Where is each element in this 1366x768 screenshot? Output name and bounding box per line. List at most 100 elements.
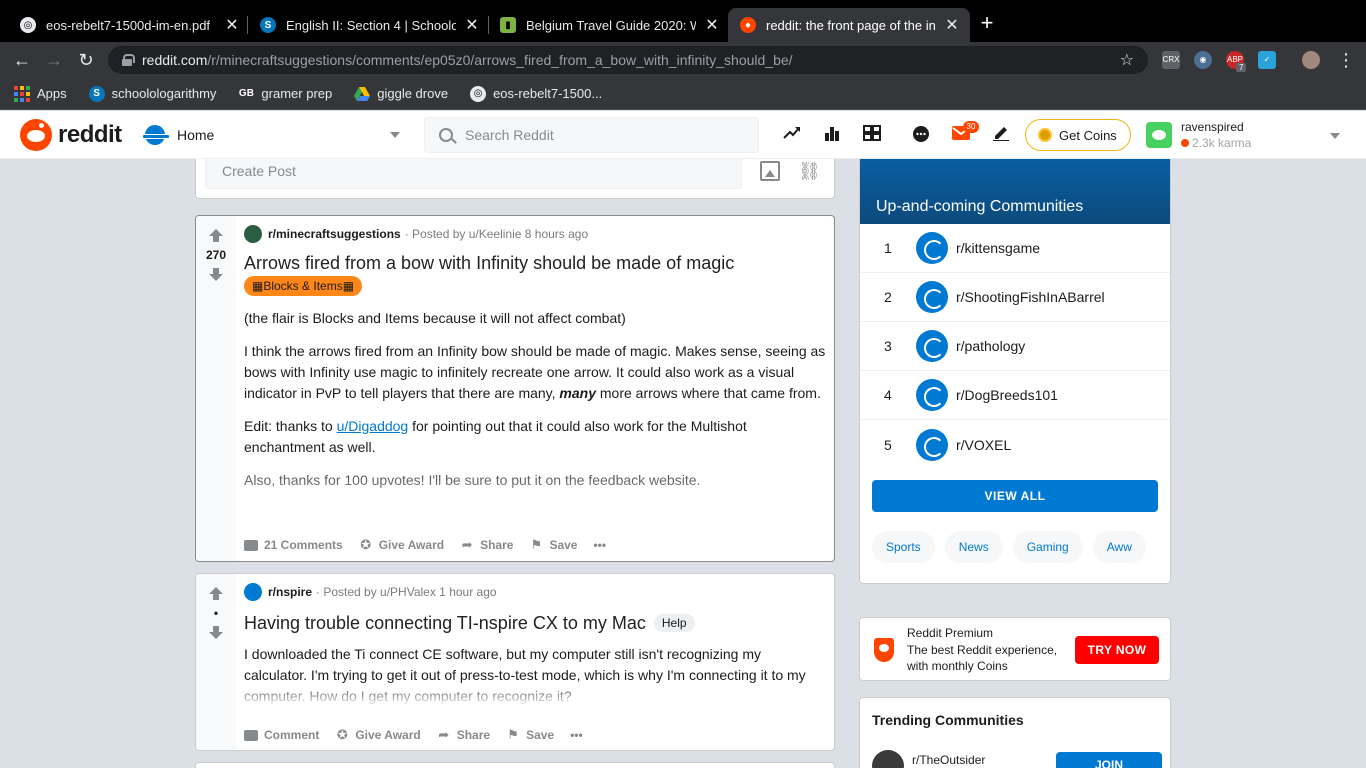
- subreddit-link[interactable]: r/nspire: [268, 585, 312, 599]
- upvote-arrow-icon[interactable]: [206, 226, 226, 246]
- home-dropdown[interactable]: Home: [142, 121, 400, 149]
- close-icon[interactable]: ✕: [464, 15, 480, 35]
- tab-title: Belgium Travel Guide 2020: Wh: [526, 17, 696, 33]
- save-button[interactable]: ⚑ Save: [529, 538, 578, 553]
- give-award-button[interactable]: ✪ Give Award: [359, 538, 444, 553]
- bookmark-star-icon[interactable]: ☆: [1120, 50, 1134, 70]
- share-button[interactable]: ➦ Share: [437, 727, 490, 743]
- communities-icon[interactable]: [862, 125, 882, 145]
- community-name[interactable]: r/VOXEL: [956, 437, 1011, 453]
- user-menu[interactable]: ravenspired 2.3k karma: [1146, 117, 1346, 153]
- tab-pdf[interactable]: ◎ eos-rebelt7-1500d-im-en.pdf ✕: [8, 8, 250, 42]
- bookmark-pdf[interactable]: ◎ eos-rebelt7-1500...: [470, 85, 602, 102]
- comments-button[interactable]: Comment: [244, 728, 319, 742]
- address-bar[interactable]: reddit.com/r/minecraftsuggestions/commen…: [108, 46, 1148, 74]
- community-name[interactable]: r/ShootingFishInABarrel: [956, 289, 1105, 305]
- chip-news[interactable]: News: [944, 531, 1003, 563]
- share-button[interactable]: ➦ Share: [460, 537, 514, 553]
- search-box[interactable]: [424, 117, 759, 153]
- menu-kebab-icon[interactable]: ⋮: [1334, 48, 1358, 72]
- tab-reddit[interactable]: ● reddit: the front page of the int ✕: [728, 8, 970, 42]
- more-options-button[interactable]: •••: [593, 538, 606, 552]
- google-drive-icon: [354, 86, 371, 102]
- coin-icon: [1038, 128, 1052, 142]
- post-card[interactable]: • r/nspire · Posted by u/PHValex 1 hour …: [195, 573, 835, 751]
- chat-icon[interactable]: [911, 125, 931, 145]
- downvote-arrow-icon[interactable]: [206, 264, 226, 284]
- up-and-coming-communities-card: Up-and-coming Communities 1 r/kittensgam…: [859, 159, 1171, 584]
- close-icon[interactable]: ✕: [224, 15, 240, 35]
- upvote-arrow-icon[interactable]: [206, 584, 226, 604]
- new-tab-button[interactable]: +: [976, 12, 998, 34]
- comments-button[interactable]: 21 Comments: [244, 538, 343, 552]
- reddit-logo[interactable]: reddit: [20, 119, 122, 151]
- comment-icon: [244, 539, 258, 551]
- view-all-button[interactable]: VIEW ALL: [872, 480, 1158, 512]
- url-text[interactable]: reddit.com/r/minecraftsuggestions/commen…: [142, 52, 1120, 68]
- community-row[interactable]: 3 r/pathology: [860, 322, 1170, 371]
- community-row[interactable]: 2 r/ShootingFishInABarrel: [860, 273, 1170, 322]
- chip-aww[interactable]: Aww: [1092, 531, 1146, 563]
- share-icon: ➦: [438, 727, 450, 742]
- community-icon: [916, 379, 948, 411]
- tab-belgium[interactable]: ▮ Belgium Travel Guide 2020: Wh ✕: [488, 8, 730, 42]
- community-row[interactable]: 5 r/VOXEL: [860, 420, 1170, 469]
- bookmark-schoology[interactable]: S schoolologarithmy: [88, 85, 216, 102]
- downvote-arrow-icon[interactable]: [206, 622, 226, 642]
- reload-icon[interactable]: ↻: [74, 48, 98, 72]
- community-name[interactable]: r/DogBreeds101: [956, 387, 1058, 403]
- post-title[interactable]: Having trouble connecting TI-nspire CX t…: [244, 612, 826, 634]
- bookmark-drive[interactable]: giggle drove: [354, 86, 448, 102]
- owl-extension-icon[interactable]: ◉: [1194, 51, 1212, 69]
- post-flair[interactable]: ▦Blocks & Items▦: [244, 276, 363, 296]
- community-row[interactable]: 4 r/DogBreeds101: [860, 371, 1170, 420]
- stats-icon[interactable]: [822, 125, 842, 145]
- post-flair[interactable]: Help: [653, 614, 695, 632]
- post-content: r/nspire · Posted by u/PHValex 1 hour ag…: [244, 574, 826, 707]
- post-card[interactable]: [195, 762, 835, 768]
- vote-column: •: [196, 574, 236, 750]
- home-label: Home: [177, 127, 215, 143]
- create-post-input[interactable]: Create Post: [205, 159, 742, 189]
- create-post-pencil-icon[interactable]: [991, 125, 1011, 145]
- save-button[interactable]: ⚑ Save: [506, 728, 554, 743]
- image-upload-icon[interactable]: [760, 161, 780, 181]
- community-name[interactable]: r/pathology: [956, 338, 1025, 354]
- profile-avatar[interactable]: [1302, 51, 1320, 69]
- join-button[interactable]: JOIN: [1056, 752, 1162, 768]
- link-icon[interactable]: ⛓: [798, 161, 821, 181]
- close-icon[interactable]: ✕: [944, 15, 960, 35]
- post-title[interactable]: Arrows fired from a bow with Infinity sh…: [244, 252, 826, 274]
- browser-tab-bar: ◎ eos-rebelt7-1500d-im-en.pdf ✕ S Englis…: [0, 0, 1366, 42]
- more-options-button[interactable]: •••: [570, 728, 583, 742]
- bookmark-apps[interactable]: Apps: [14, 85, 67, 102]
- trending-community-name[interactable]: r/TheOutsider: [912, 753, 985, 767]
- post-actions: 21 Comments ✪ Give Award ➦ Share ⚑ Save •••: [244, 538, 622, 552]
- community-name[interactable]: r/kittensgame: [956, 240, 1040, 256]
- community-row[interactable]: 1 r/kittensgame: [860, 224, 1170, 273]
- post-card[interactable]: 270 r/minecraftsuggestions · Posted by u…: [195, 215, 835, 562]
- checkmark-extension-icon[interactable]: ✓: [1258, 51, 1276, 69]
- communities-banner: Up-and-coming Communities: [860, 159, 1170, 224]
- subreddit-icon: [244, 225, 262, 243]
- forward-arrow-icon[interactable]: →: [42, 48, 66, 72]
- share-icon: ➦: [461, 537, 473, 552]
- chip-sports[interactable]: Sports: [872, 531, 935, 563]
- try-now-button[interactable]: TRY NOW: [1075, 636, 1159, 664]
- subreddit-link[interactable]: r/minecraftsuggestions: [268, 227, 401, 241]
- reddit-icon: ●: [740, 17, 756, 33]
- back-arrow-icon[interactable]: ←: [10, 48, 34, 72]
- get-coins-button[interactable]: Get Coins: [1025, 119, 1131, 151]
- close-icon[interactable]: ✕: [704, 15, 720, 35]
- chevron-down-icon: [1330, 133, 1340, 139]
- search-input[interactable]: [465, 127, 745, 143]
- user-link[interactable]: u/Digaddog: [337, 418, 409, 434]
- post-paragraph: (the flair is Blocks and Items because i…: [244, 310, 626, 326]
- bookmark-gramer[interactable]: GB gramer prep: [238, 86, 332, 102]
- chip-gaming[interactable]: Gaming: [1012, 531, 1083, 563]
- tab-schoology[interactable]: S English II: Section 4 | Schoolog ✕: [248, 8, 490, 42]
- give-award-button[interactable]: ✪ Give Award: [335, 728, 421, 743]
- chevron-down-icon: [390, 132, 400, 138]
- crx-extension-icon[interactable]: CRX: [1162, 51, 1180, 69]
- trending-icon[interactable]: [782, 125, 802, 145]
